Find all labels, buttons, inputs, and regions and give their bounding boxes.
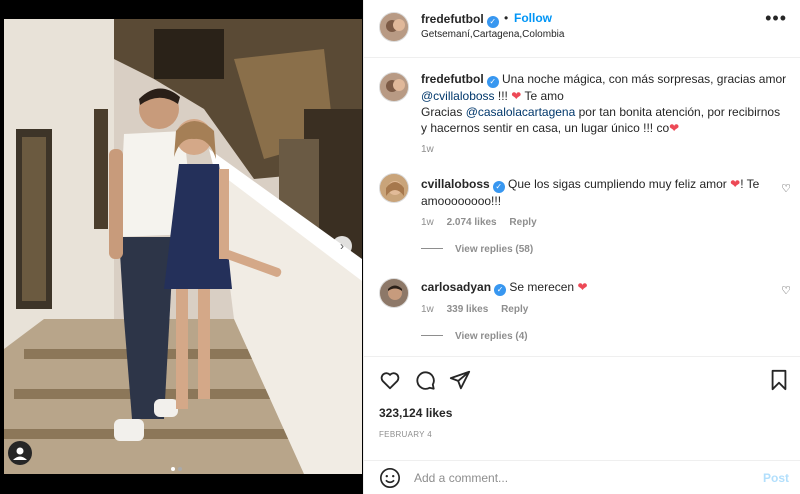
share-icon[interactable] [449, 369, 471, 391]
reply-button[interactable]: Reply [501, 304, 528, 315]
post-button[interactable]: Post [763, 471, 789, 485]
caption-part: Una noche mágica, con más sorpresas, gra… [502, 72, 787, 86]
caption-text: fredefutbol ✓ Una noche mágica, con más s… [421, 71, 789, 136]
caption-avatar[interactable] [379, 72, 409, 102]
post-actions: 323,124 likes FEBRUARY 4 [364, 356, 800, 460]
post-header: fredefutbol ✓ • Follow Getsemaní,Cartagen… [364, 0, 800, 58]
author-line: fredefutbol ✓ [421, 10, 499, 28]
mention-link[interactable]: @cvillaloboss [421, 89, 495, 103]
heart-emoji: ❤ [669, 121, 680, 135]
tagged-users-button[interactable] [8, 441, 32, 465]
user-tag-icon [13, 447, 27, 460]
reply-button[interactable]: Reply [509, 217, 536, 228]
post-photo[interactable] [4, 19, 362, 474]
comment-likes[interactable]: 2.074 likes [447, 217, 497, 228]
post-date: FEBRUARY 4 [379, 430, 432, 439]
post-media: › [0, 0, 363, 494]
next-photo-button[interactable]: › [332, 236, 352, 256]
location-link[interactable]: Getsemaní,Cartagena,Colombia [421, 29, 564, 40]
view-replies-button[interactable]: View replies (58) [421, 244, 533, 255]
photo-illustration [4, 19, 362, 474]
verified-icon: ✓ [492, 181, 505, 193]
comment: carlosadyan ✓ Se merecen ❤ 1w 339 likes R… [421, 279, 761, 315]
verified-icon: ✓ [494, 284, 507, 296]
comment-heart-icon[interactable]: ♡ [781, 182, 791, 195]
view-replies-label: View replies (4) [455, 331, 528, 342]
comment-time: 1w [421, 304, 434, 315]
comment-heart-icon[interactable]: ♡ [781, 284, 791, 297]
author-avatar[interactable] [379, 12, 409, 42]
caption-username[interactable]: fredefutbol [421, 72, 484, 86]
comment-text: cvillaloboss ✓ Que los sigas cumpliendo m… [421, 176, 761, 209]
comment-composer: Post [364, 460, 800, 494]
post-details-panel: fredefutbol ✓ • Follow Getsemaní,Cartagen… [363, 0, 800, 494]
mention-link[interactable]: @casalolacartagena [466, 105, 576, 119]
author-username[interactable]: fredefutbol [421, 12, 484, 26]
bookmark-icon[interactable] [769, 369, 789, 391]
comment-meta: 1w 2.074 likes Reply [421, 217, 761, 228]
replies-divider [421, 335, 443, 336]
comments-feed: fredefutbol ✓ Una noche mágica, con más s… [364, 58, 800, 356]
comment-avatar[interactable] [379, 278, 409, 308]
caption-time: 1w [421, 144, 434, 155]
separator-dot: • [504, 11, 509, 25]
heart-icon[interactable] [379, 369, 401, 391]
verified-icon: ✓ [486, 16, 499, 28]
replies-divider [421, 248, 443, 249]
heart-emoji: ❤ [577, 280, 588, 294]
comment-avatar[interactable] [379, 173, 409, 203]
caption-part: Gracias [421, 105, 463, 119]
carousel-dot-active [171, 467, 175, 471]
comment-username[interactable]: carlosadyan [421, 280, 491, 294]
carousel-dot [178, 467, 182, 471]
avatar-image [380, 174, 408, 202]
verified-icon: ✓ [486, 76, 499, 88]
likes-count[interactable]: 323,124 likes [379, 406, 452, 420]
avatar-image [380, 73, 408, 101]
comment-icon[interactable] [414, 369, 436, 391]
view-replies-label: View replies (58) [455, 244, 534, 255]
comment-likes[interactable]: 339 likes [447, 304, 489, 315]
carousel-indicator [171, 458, 185, 476]
avatar-image [380, 13, 408, 41]
follow-button[interactable]: Follow [514, 11, 552, 25]
comment: cvillaloboss ✓ Que los sigas cumpliendo m… [421, 176, 761, 228]
chevron-right-icon: › [340, 239, 344, 253]
post-modal: › fredefutbol ✓ • Follow Getsemaní,Cartag… [0, 0, 800, 494]
view-replies-button[interactable]: View replies (4) [421, 331, 528, 342]
comment-input[interactable] [414, 469, 734, 487]
comment-time: 1w [421, 217, 434, 228]
comment-username[interactable]: cvillaloboss [421, 177, 490, 191]
caption-part: !!! [497, 89, 508, 103]
caption: fredefutbol ✓ Una noche mágica, con más s… [421, 71, 789, 155]
comment-part: Se merecen [509, 280, 575, 294]
comment-text: carlosadyan ✓ Se merecen ❤ [421, 279, 761, 296]
avatar-image [380, 279, 408, 307]
more-icon[interactable]: ••• [765, 8, 787, 29]
comment-part: Que los sigas cumpliendo muy feliz amor [508, 177, 727, 191]
caption-part: Te amo [524, 89, 564, 103]
heart-emoji: ❤ [511, 89, 522, 103]
comment-meta: 1w 339 likes Reply [421, 304, 761, 315]
heart-emoji: ❤ [730, 177, 741, 191]
emoji-icon[interactable] [379, 467, 401, 489]
